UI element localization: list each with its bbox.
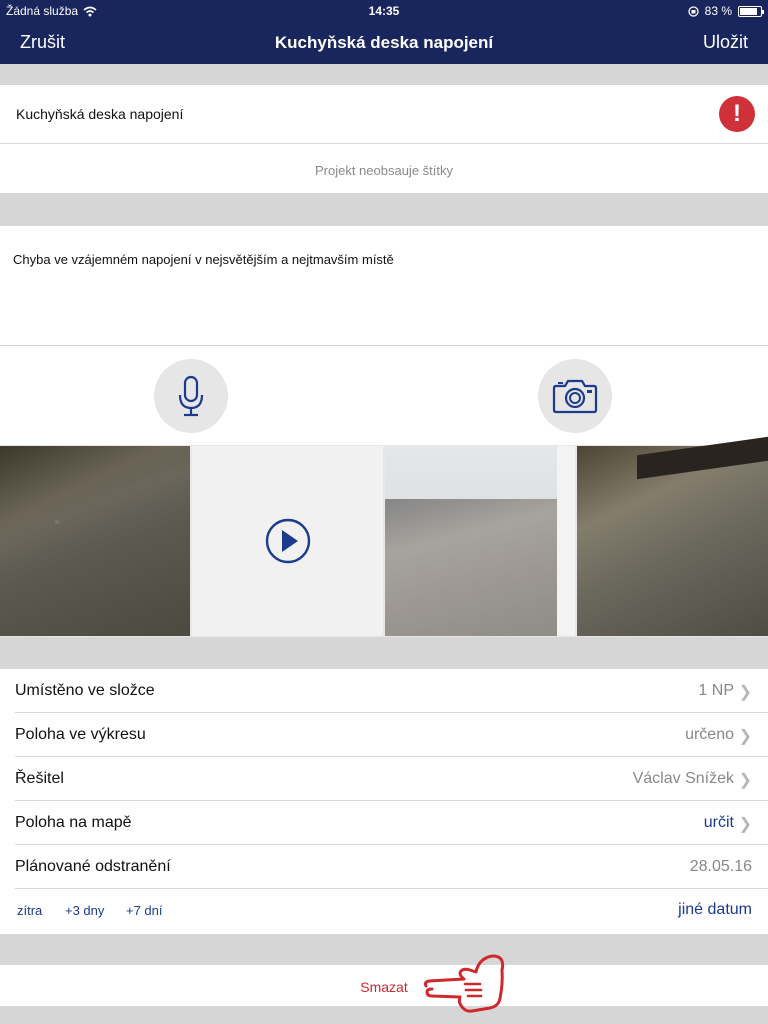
chevron-right-icon: ❯ bbox=[738, 728, 752, 745]
description-box[interactable]: Chyba ve vzájemném napojení v nejsvětějš… bbox=[0, 226, 768, 345]
description-text[interactable]: Chyba ve vzájemném napojení v nejsvětějš… bbox=[13, 252, 394, 267]
photo-thumbnail[interactable] bbox=[385, 446, 575, 636]
delete-row[interactable]: Smazat bbox=[0, 964, 768, 1007]
other-date-button[interactable]: jiné datum bbox=[678, 901, 752, 919]
navigation-bar: Zrušit Kuchyňská deska napojení Uložit bbox=[0, 22, 768, 64]
tags-row[interactable]: Projekt neobsauje štítky bbox=[0, 143, 768, 193]
row-value[interactable]: určit bbox=[704, 814, 734, 832]
tomorrow-button[interactable]: zítra bbox=[17, 903, 42, 918]
assignee-row[interactable]: Řešitel Václav Snížek ❯ bbox=[0, 757, 768, 801]
video-thumbnail[interactable] bbox=[192, 446, 383, 636]
camera-icon bbox=[552, 379, 598, 414]
row-value: 1 NP bbox=[698, 682, 734, 699]
chevron-right-icon: ❯ bbox=[738, 816, 752, 833]
rotation-lock-icon bbox=[687, 5, 699, 17]
status-right: 83 % bbox=[687, 4, 764, 18]
quick-date-buttons: zítra +3 dny +7 dní jiné datum bbox=[0, 888, 768, 934]
photo-strip bbox=[0, 445, 768, 637]
status-bar: Žádná služba 14:35 83 % bbox=[0, 0, 768, 22]
page-title: Kuchyňská deska napojení bbox=[274, 33, 494, 52]
row-label: Plánované odstranění bbox=[15, 858, 171, 875]
battery-icon bbox=[738, 5, 764, 17]
row-label: Poloha ve výkresu bbox=[15, 726, 146, 743]
row-value: Václav Snížek bbox=[632, 770, 734, 787]
map-position-row[interactable]: Poloha na mapě určit ❯ bbox=[0, 801, 768, 845]
plus-3-days-button[interactable]: +3 dny bbox=[65, 903, 104, 918]
chevron-right-icon: ❯ bbox=[738, 684, 752, 701]
plus-7-days-button[interactable]: +7 dní bbox=[126, 903, 163, 918]
planned-removal-row: Plánované odstranění 28.05.16 bbox=[0, 845, 768, 889]
row-label: Umístěno ve složce bbox=[15, 682, 155, 699]
property-list: Umístěno ve složce 1 NP ❯ Poloha ve výkr… bbox=[0, 668, 768, 934]
play-icon[interactable] bbox=[265, 518, 311, 564]
folder-row[interactable]: Umístěno ve složce 1 NP ❯ bbox=[0, 669, 768, 713]
defect-name-row[interactable]: Kuchyňská deska napojení ! bbox=[0, 85, 768, 143]
microphone-icon bbox=[178, 375, 204, 417]
row-label: Řešitel bbox=[15, 770, 64, 787]
alert-icon[interactable]: ! bbox=[719, 96, 755, 132]
delete-button[interactable]: Smazat bbox=[0, 979, 768, 995]
media-actions bbox=[0, 345, 768, 445]
battery-percent: 83 % bbox=[704, 4, 732, 18]
take-photo-button[interactable] bbox=[538, 359, 612, 433]
save-button[interactable]: Uložit bbox=[703, 32, 748, 53]
row-value: 28.05.16 bbox=[689, 858, 752, 875]
row-label: Poloha na mapě bbox=[15, 814, 132, 831]
drawing-position-row[interactable]: Poloha ve výkresu určeno ❯ bbox=[0, 713, 768, 757]
tags-placeholder: Projekt neobsauje štítky bbox=[314, 163, 454, 178]
chevron-right-icon: ❯ bbox=[738, 772, 752, 789]
photo-thumbnail[interactable] bbox=[0, 446, 190, 636]
row-value: určeno bbox=[685, 726, 734, 743]
record-audio-button[interactable] bbox=[154, 359, 228, 433]
status-time: 14:35 bbox=[368, 4, 400, 18]
pointing-hand-icon bbox=[423, 954, 505, 1013]
photo-thumbnail[interactable] bbox=[577, 446, 768, 636]
defect-name-field[interactable]: Kuchyňská deska napojení bbox=[16, 106, 183, 122]
